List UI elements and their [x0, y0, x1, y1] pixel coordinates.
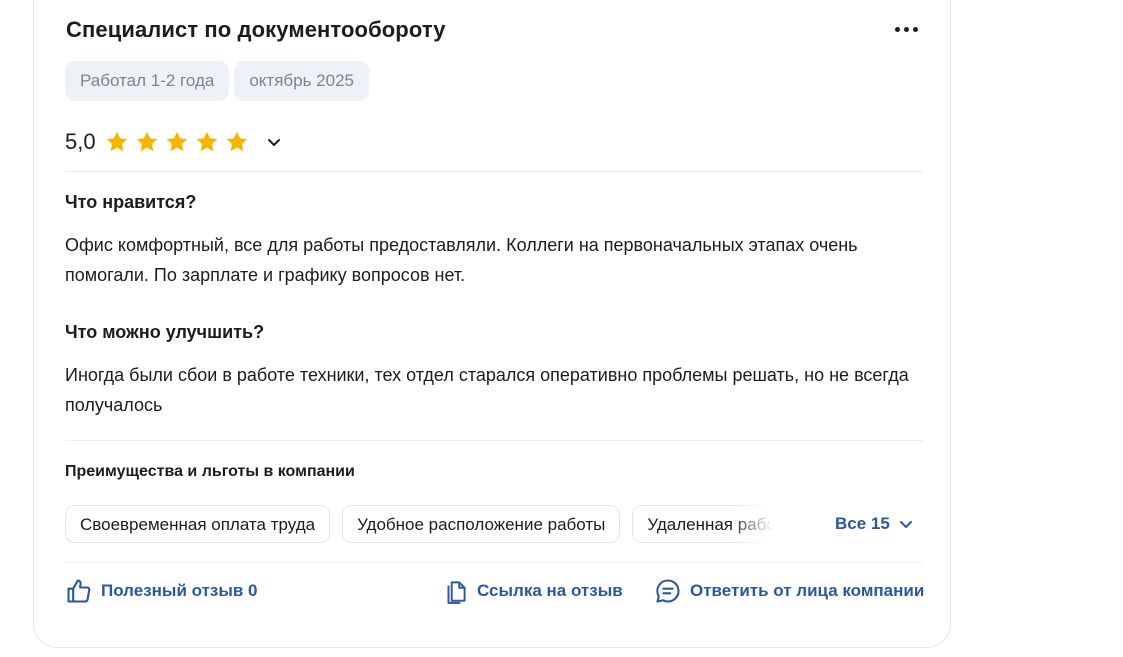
star-icon: [104, 129, 130, 155]
divider: [65, 171, 923, 172]
more-icon: [894, 26, 900, 32]
star-icon: [224, 129, 250, 155]
thumbs-up-icon: [67, 579, 91, 603]
all-benefits-button[interactable]: Все 15: [835, 514, 914, 534]
likes-text: Офис комфортный, все для работы предоста…: [65, 235, 858, 285]
likes-title: Что нравится?: [65, 192, 197, 212]
more-icon-dot: [912, 26, 918, 32]
more-icon-dot: [903, 26, 909, 32]
reply-label: Ответить от лица компании: [690, 581, 925, 600]
rating-expand-button[interactable]: [262, 130, 286, 154]
benefits-title: Преимущества и льготы в компании: [65, 463, 355, 480]
star-icon: [194, 129, 220, 155]
review-title: Специалист по документообороту: [66, 17, 446, 42]
improve-text: Иногда были сбои в работе техники, тех о…: [65, 365, 909, 415]
helpful-label: Полезный отзыв 0: [101, 581, 258, 600]
divider: [65, 440, 923, 441]
copy-link-icon: [447, 581, 466, 604]
review-link-button[interactable]: Ссылка на отзыв: [443, 577, 623, 605]
benefit-chip[interactable]: Удобное расположение работы: [342, 505, 621, 543]
review-link-label: Ссылка на отзыв: [477, 581, 623, 600]
chevron-down-icon: [267, 139, 280, 146]
reply-as-company-button[interactable]: Ответить от лица компании: [654, 577, 924, 605]
benefit-chip[interactable]: Своевременная оплата труда: [65, 505, 331, 543]
helpful-button[interactable]: Полезный отзыв 0: [65, 577, 258, 605]
tag-date: октябрь 2025: [234, 61, 369, 101]
more-options-button[interactable]: [886, 19, 926, 39]
star-icon: [164, 129, 190, 155]
all-benefits-label: Все 15: [835, 514, 890, 533]
improve-title: Что можно улучшить?: [65, 322, 265, 342]
divider: [65, 562, 923, 563]
benefits-list: Своевременная оплата труда Удобное распо…: [65, 505, 793, 543]
benefit-chip[interactable]: Удаленная работа: [632, 505, 774, 543]
rating-stars: [104, 129, 250, 155]
chevron-down-icon: [899, 521, 912, 528]
rating: 5,0: [65, 127, 286, 157]
rating-value: 5,0: [65, 129, 96, 154]
review-tags: Работал 1-2 года октябрь 2025: [65, 61, 369, 101]
review-card: Специалист по документообороту Работал 1…: [33, 0, 951, 648]
tag-experience: Работал 1-2 года: [65, 61, 230, 101]
star-icon: [134, 129, 160, 155]
chat-icon: [656, 579, 680, 603]
